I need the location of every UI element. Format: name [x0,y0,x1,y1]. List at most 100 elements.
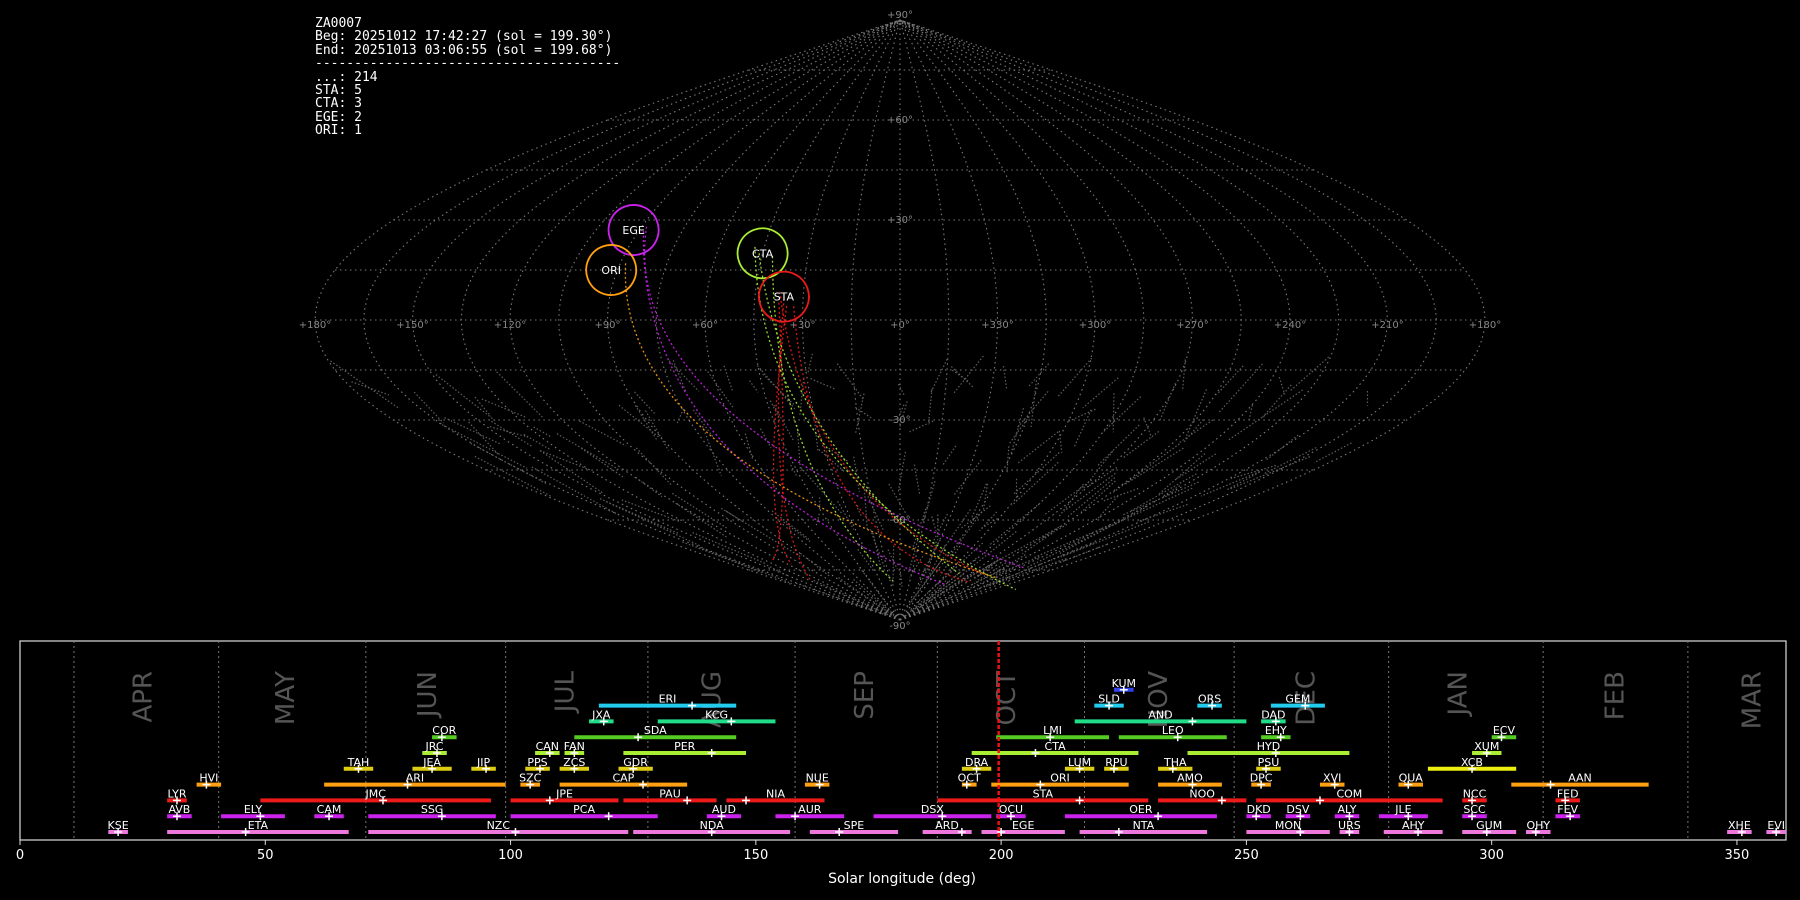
shower-code: ARI [406,772,424,785]
shower-code: SPE [844,819,865,832]
sporadic-trail [913,464,921,496]
sporadic-trail [1041,523,1068,540]
sporadic-trail [1229,456,1311,490]
shower-code: GEM [1285,693,1310,706]
sporadic-trail [859,567,890,607]
lon-tick-label: +150° [396,320,428,331]
shower-code: ARD [935,819,959,832]
sporadic-trail [1130,473,1197,512]
meridian-line [899,19,1047,621]
x-axis-label: Solar longitude (deg) [828,871,976,887]
shower-code: PAU [659,787,681,800]
sporadic-trail [1178,419,1214,444]
month-label: MAY [271,671,301,725]
sporadic-trail [580,447,625,479]
shower-code: STA [1033,787,1054,800]
sporadic-trail [635,476,663,498]
sporadic-trail [814,424,819,452]
month-label: APR [129,671,159,723]
sporadic-trail [496,371,543,418]
shower-code: KSE [108,819,129,832]
shower-timeline: APR MAY JUN JUL AUG SEP OCT NOV DEC JAN FEB MARKUME… [16,640,1787,887]
sporadic-trail [1006,446,1010,473]
shower-code: KUM [1112,677,1136,690]
sporadic-trail [929,358,948,394]
shower-code: KCG [705,708,728,721]
sporadic-trail [1124,447,1184,486]
sporadic-trail [854,406,873,419]
sporadic-trail [1183,419,1204,443]
sporadic-trail [470,442,547,485]
shower-code: THA [1163,756,1187,769]
sporadic-trail [988,502,1041,547]
lon-tick-label: +180° [1469,320,1501,331]
shower-code: NOO [1189,787,1215,800]
sporadic-trail [931,516,937,532]
sporadic-trail [744,433,754,461]
shower-code: ELY [244,803,263,816]
sporadic-trail [1068,408,1096,422]
lon-tick-label: +240° [1274,320,1306,331]
sporadic-trail [1122,481,1199,516]
shower-code: AND [1148,708,1172,721]
sporadic-trail [771,510,810,540]
shower-code: RPU [1105,756,1127,769]
sporadic-trail [749,380,759,393]
sporadic-trail [941,445,957,467]
sporadic-trail [888,483,907,515]
sporadic-trail [783,521,811,542]
shower-code: GDR [623,756,648,769]
shower-code: JMC [364,787,386,800]
shower-code: ETA [248,819,269,832]
lat-tick-label: -30° [889,415,910,426]
shower-code: EHY [1265,724,1287,737]
sporadic-trail [533,426,553,438]
sporadic-trail [1100,396,1142,435]
shower-code: JLE [1394,803,1411,816]
x-tick-label: 250 [1234,848,1259,863]
sporadic-trail [413,391,444,424]
sporadic-trail [1226,471,1260,491]
sporadic-trail [1058,505,1148,555]
shower-code: MON [1275,819,1301,832]
sporadic-trail [907,420,934,434]
shower-code: LEO [1162,724,1184,737]
sporadic-trail [925,557,977,602]
sporadic-trail [1158,382,1176,423]
shower-code: OER [1129,803,1153,816]
shower-code: AMO [1177,772,1203,785]
shower-code: NTA [1133,819,1155,832]
sporadic-trail [795,582,887,616]
sporadic-trail [953,459,982,496]
shower-code: ORS [1198,693,1221,706]
sporadic-trail [1313,442,1352,464]
shower-code: LMI [1043,724,1062,737]
lon-tick-label: +300° [1079,320,1111,331]
sporadic-trail [676,408,685,424]
sporadic-trail [1175,453,1217,480]
month-label: JAN [1443,671,1473,717]
sporadic-trail [1112,393,1115,433]
shower-code: AUR [798,803,822,816]
shower-code: NCC [1463,787,1487,800]
sporadic-trail [1262,384,1292,418]
shower-trail [779,291,988,577]
shower-code: GUM [1476,819,1502,832]
shower-code: EGE [1012,819,1034,832]
shower-code: CAP [612,772,634,785]
lon-tick-label: +90° [594,320,620,331]
month-label: FEB [1600,671,1630,720]
shower-code: AVB [168,803,190,816]
sporadic-trail [796,425,802,472]
shower-code: NZC [487,819,511,832]
shower-trail [772,306,792,565]
sporadic-trail [488,418,533,448]
sporadic-trail [672,500,727,538]
shower-code: NIA [766,787,785,800]
shower-trail [624,263,997,579]
sporadic-trail [1043,479,1093,516]
sporadic-trail [1057,357,1093,398]
sporadic-trail [330,360,399,409]
sporadic-trail [1082,377,1119,409]
sporadic-trail [1228,389,1304,441]
